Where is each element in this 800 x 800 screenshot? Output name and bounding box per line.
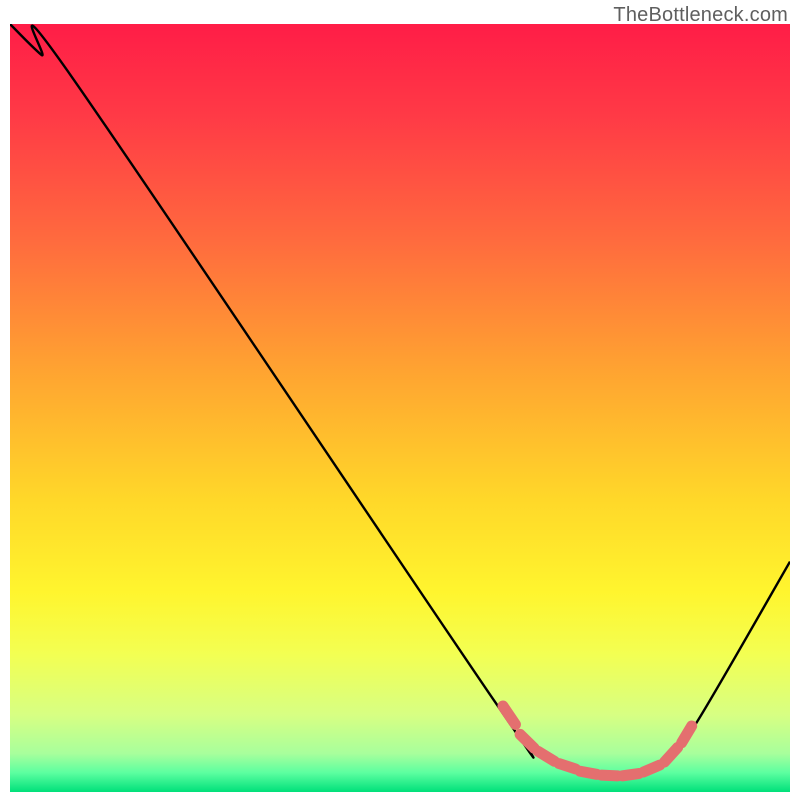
- optimal-range-dash: [601, 775, 617, 776]
- optimal-range-dash: [559, 764, 575, 769]
- optimal-range-dash: [643, 765, 659, 772]
- optimal-range-dash: [622, 774, 638, 776]
- bottleneck-chart: [10, 24, 790, 792]
- chart-stage: TheBottleneck.com: [0, 0, 800, 800]
- optimal-range-dash: [580, 771, 596, 774]
- plot-background: [10, 24, 790, 792]
